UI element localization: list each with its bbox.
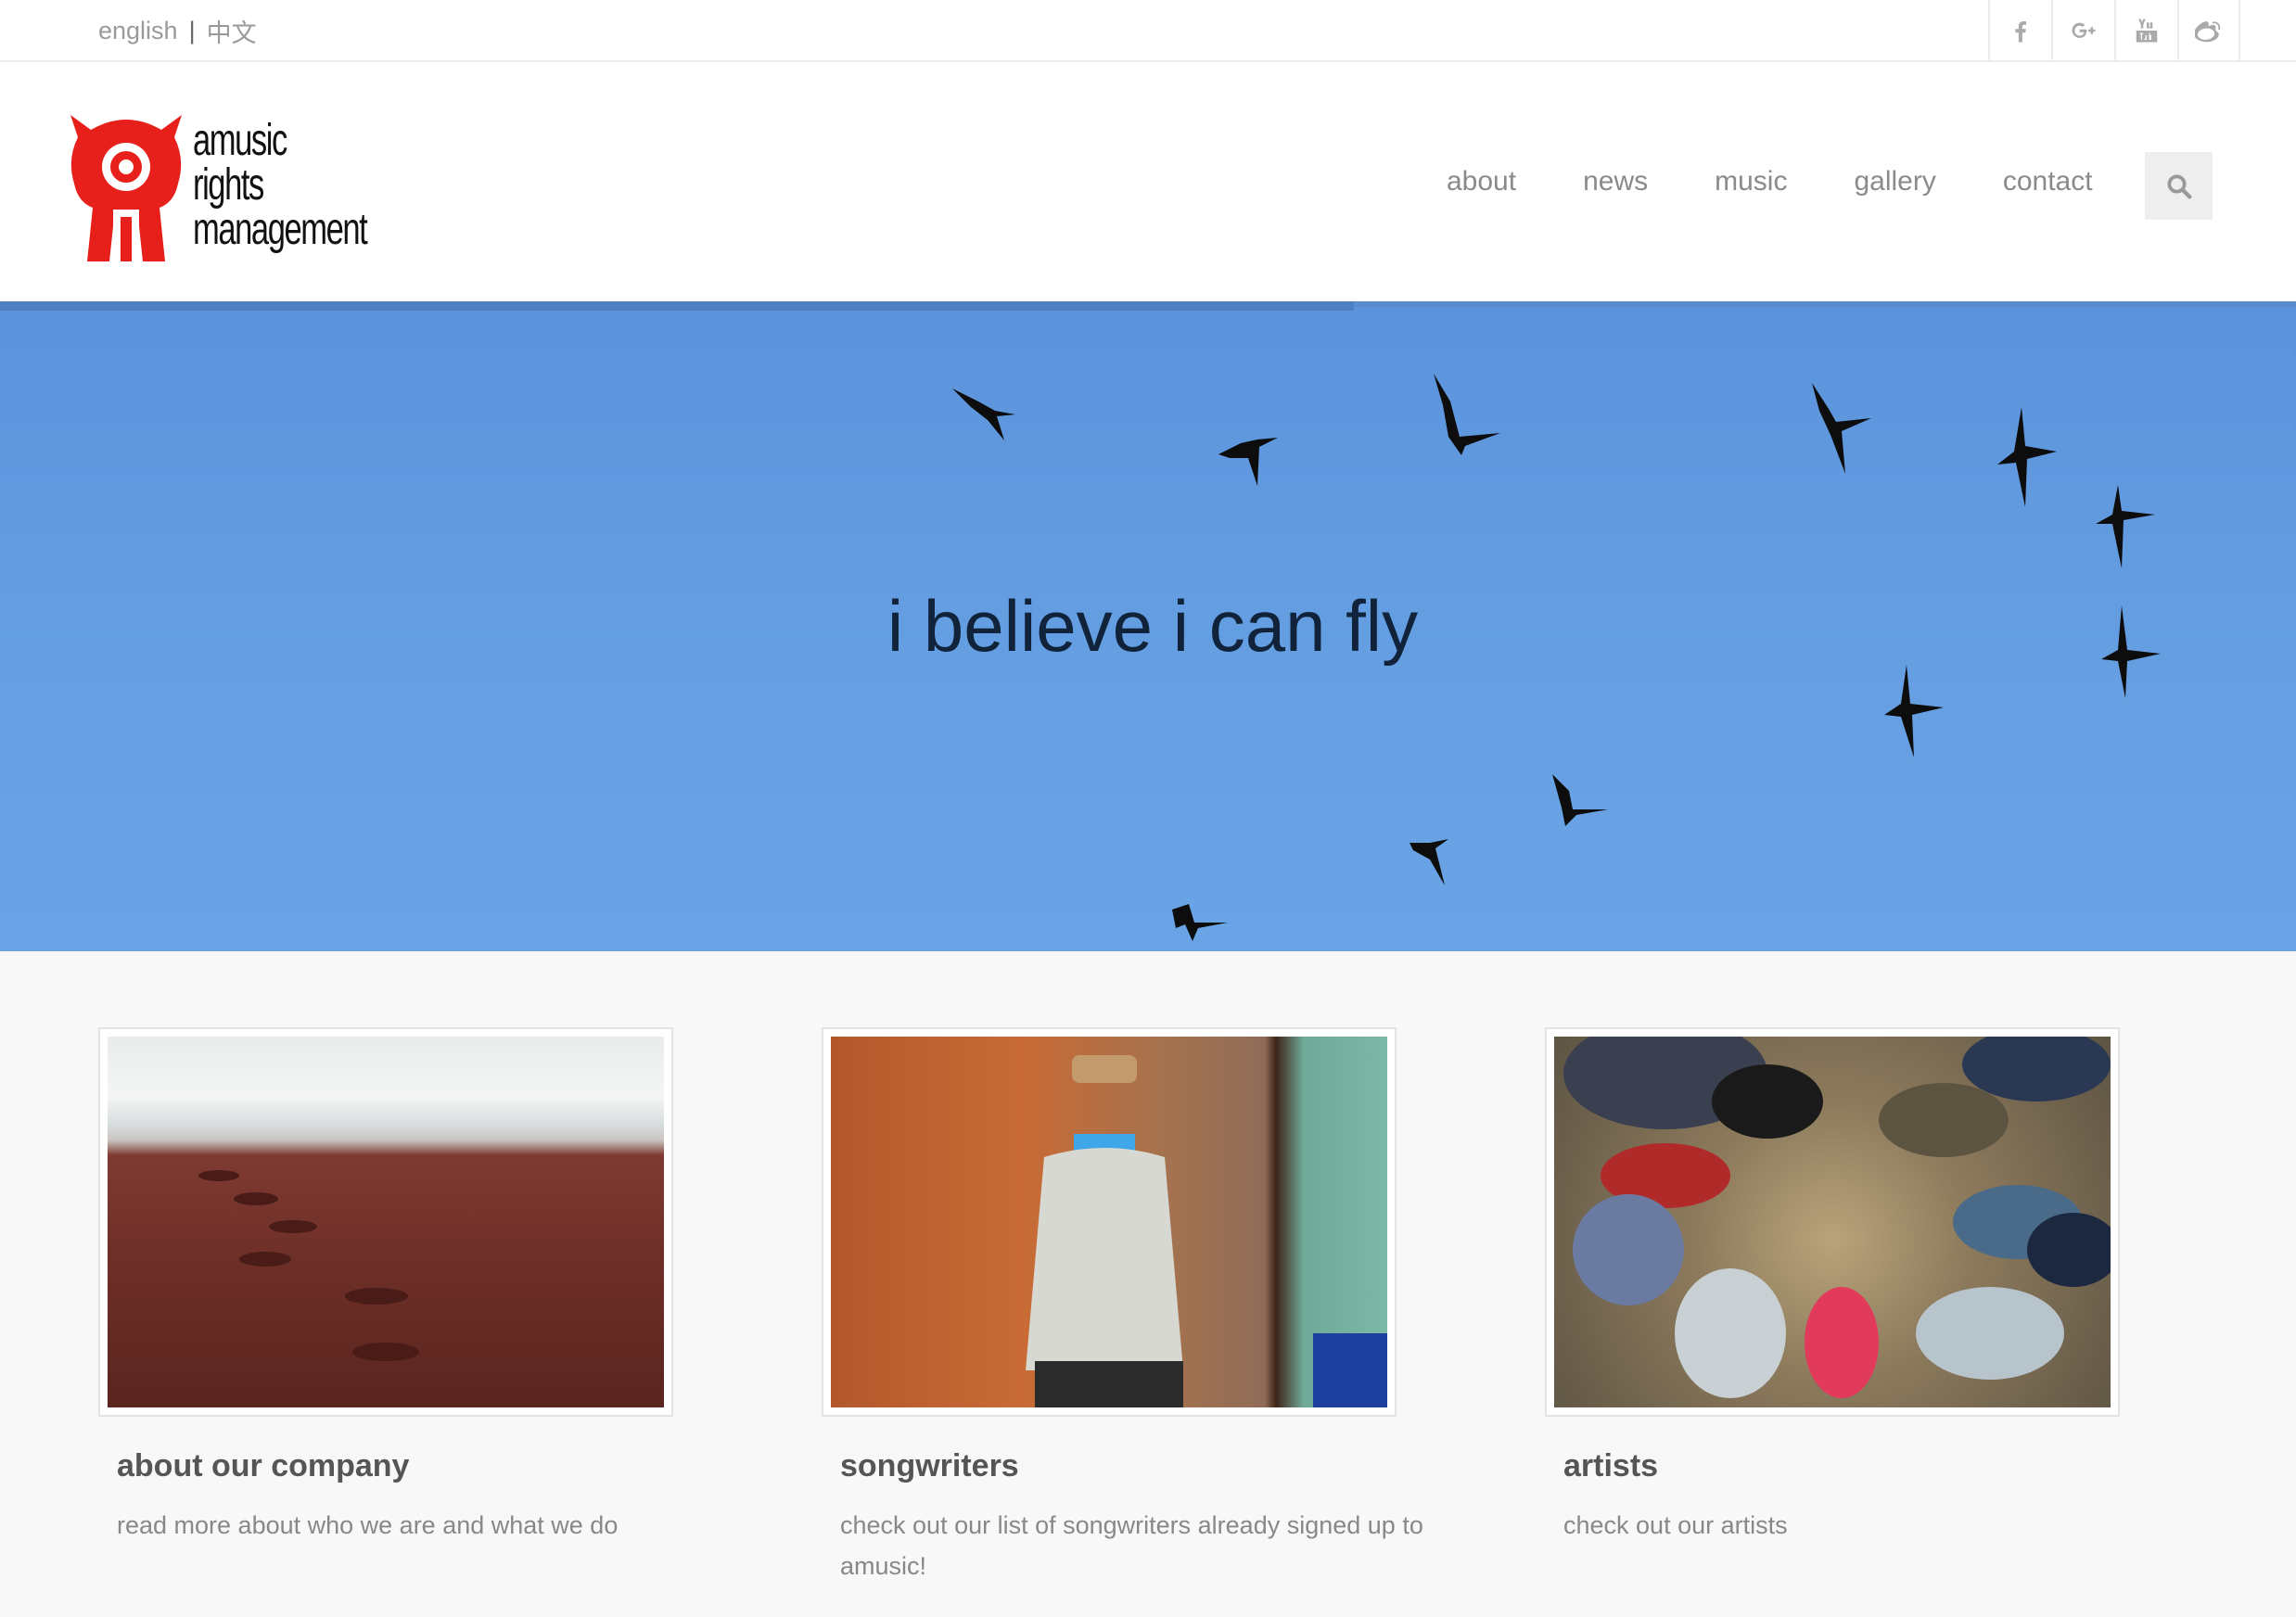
card-about-company[interactable]: about our company read more about who we…: [98, 1027, 822, 1546]
search-icon: [2167, 174, 2191, 198]
google-plus-link[interactable]: [2051, 0, 2114, 60]
bird-image: [2101, 605, 2161, 698]
facebook-icon: [2015, 20, 2026, 42]
shoes-circle-image: [1554, 1037, 2111, 1407]
monster-logo-icon: [70, 115, 182, 261]
nav-music[interactable]: music: [1715, 166, 1787, 197]
weibo-icon: [2195, 20, 2221, 42]
lang-english-link[interactable]: english: [98, 17, 178, 45]
bird-image: [1409, 839, 1448, 885]
mannequin-image: [831, 1037, 1387, 1407]
card-description: read more about who we are and what we d…: [117, 1511, 619, 1539]
social-links: [1988, 0, 2240, 60]
site-header: amusic rights management about news musi…: [0, 62, 2296, 301]
card-title: artists: [1563, 1448, 1659, 1483]
card-title: songwriters: [840, 1448, 1019, 1483]
facebook-link[interactable]: [1988, 0, 2051, 60]
site-logo[interactable]: amusic rights management: [70, 113, 368, 261]
card-image-frame: [822, 1027, 1397, 1417]
hero-banner: i believe i can fly: [0, 301, 2296, 951]
hero-title: i believe i can fly: [887, 585, 1419, 667]
logo-line-3: management: [193, 205, 368, 254]
logo-wordmark: amusic rights management: [193, 116, 368, 254]
search-button[interactable]: [2145, 152, 2213, 220]
youtube-icon: [2136, 19, 2158, 42]
logo-line-1: amusic: [193, 116, 287, 165]
nav-gallery[interactable]: gallery: [1854, 166, 1935, 197]
youtube-link[interactable]: [2114, 0, 2177, 60]
card-artists[interactable]: artists check out our artists: [1545, 1027, 2268, 1546]
slider-track: [1354, 301, 2296, 307]
card-description: check out our list of songwriters alread…: [840, 1511, 1423, 1580]
bird-image: [1997, 407, 2057, 507]
lang-separator: |: [188, 17, 196, 45]
card-title: about our company: [117, 1448, 410, 1483]
bird-image: [1552, 774, 1608, 826]
bird-image: [1172, 904, 1228, 941]
language-switcher: english | 中文: [98, 13, 257, 49]
bird-image: [952, 388, 1015, 440]
card-image-frame: [98, 1027, 673, 1417]
bird-image: [1884, 665, 1944, 758]
main-nav: about news music gallery contact: [1447, 166, 2160, 197]
card-image-frame: [1545, 1027, 2120, 1417]
nav-about[interactable]: about: [1447, 166, 1516, 197]
google-plus-icon: [2072, 22, 2096, 38]
weibo-link[interactable]: [2177, 0, 2240, 60]
bird-image: [1812, 383, 1871, 474]
beach-footprints-image: [108, 1037, 664, 1407]
logo-line-2: rights: [193, 160, 264, 210]
bird-image: [1434, 374, 1500, 455]
card-description: check out our artists: [1563, 1511, 1788, 1539]
lang-chinese-link[interactable]: 中文: [207, 13, 257, 49]
nav-contact[interactable]: contact: [2003, 166, 2093, 197]
nav-news[interactable]: news: [1583, 166, 1648, 197]
card-songwriters[interactable]: songwriters check out our list of songwr…: [822, 1027, 1545, 1586]
top-bar: english | 中文: [0, 0, 2296, 62]
slider-progress-bar: [0, 301, 1354, 311]
bird-image: [2096, 485, 2155, 568]
bird-image: [1218, 438, 1278, 486]
